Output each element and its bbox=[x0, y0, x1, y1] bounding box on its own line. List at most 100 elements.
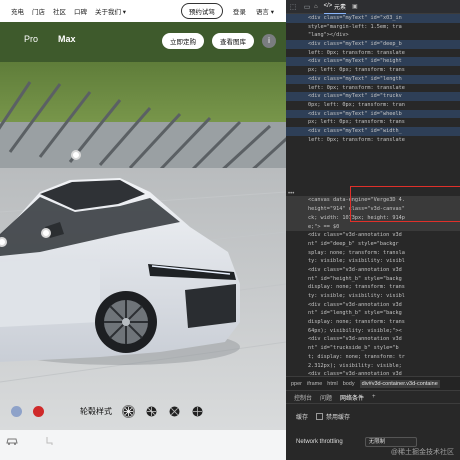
dom-node[interactable]: left: 0px; transform: translate bbox=[286, 84, 460, 93]
nav-item-stores[interactable]: 门店 bbox=[32, 6, 45, 16]
wheel-style-label: 轮毂样式 bbox=[80, 406, 112, 416]
dom-node[interactable]: ty: visible; visibility: visibl bbox=[286, 257, 460, 266]
view-gallery-button[interactable]: 查看图库 bbox=[212, 33, 254, 49]
hotspot-roof[interactable] bbox=[71, 150, 81, 160]
config-bar: 轮毂样式 bbox=[0, 398, 286, 424]
dom-node[interactable] bbox=[286, 144, 460, 153]
tab-welcome[interactable]: ⌂ bbox=[314, 4, 318, 10]
dom-node[interactable]: 0px; left: 0px; transform: tran bbox=[286, 101, 460, 110]
dom-node[interactable] bbox=[286, 170, 460, 179]
dom-node[interactable]: nt" id="truckside_b" style="b bbox=[286, 344, 460, 353]
dom-node[interactable]: <div class="myText" id="deep_b bbox=[286, 40, 460, 49]
dom-ellipsis[interactable]: ••• bbox=[288, 191, 294, 197]
dom-node[interactable] bbox=[286, 153, 460, 162]
breadcrumb-item[interactable]: pper bbox=[291, 381, 302, 387]
language-selector[interactable]: 语言 ▾ bbox=[256, 6, 274, 16]
dom-node[interactable]: <div class="v3d-annotation v3d bbox=[286, 335, 460, 344]
drawer-tabs: 控制台 问题 网络条件 + bbox=[286, 391, 460, 404]
dom-node[interactable]: display: none; transform: trans bbox=[286, 283, 460, 292]
dom-node-selected[interactable]: e;"> == $0 bbox=[286, 222, 460, 232]
dom-node[interactable]: <div class="myText" id="height bbox=[286, 57, 460, 67]
wheel-option-4[interactable] bbox=[191, 405, 204, 418]
nav-item-about[interactable]: 关于我们 ▾ bbox=[95, 6, 126, 16]
devtools-toolbar: ⬚ ▭ ⌂ </> 元素 ▣ bbox=[286, 0, 460, 14]
wheel-icon bbox=[192, 406, 203, 416]
tab-elements-label: 元素 bbox=[333, 4, 346, 11]
dom-node[interactable]: nt" id="deep_b" style="backgr bbox=[286, 240, 460, 249]
dom-node[interactable]: t; display: none; transform: tr bbox=[286, 353, 460, 362]
tab-pro[interactable]: Pro bbox=[24, 34, 38, 44]
breadcrumb-item[interactable]: body bbox=[343, 381, 355, 387]
color-swatch-red[interactable] bbox=[33, 405, 44, 417]
dom-node[interactable]: <div class="myText" id="x03_in bbox=[286, 14, 460, 23]
dom-node[interactable]: <div class="myText" id="wheelb bbox=[286, 109, 460, 119]
highlight-box bbox=[350, 186, 460, 222]
dom-node[interactable]: px; left: 0px; transform: trans bbox=[286, 66, 460, 75]
watermark: @稀土掘金技术社区 bbox=[390, 449, 454, 456]
dom-node[interactable]: ty: visible; visibility: visibl bbox=[286, 292, 460, 301]
screen: 充电 门店 社区 口碑 关于我们 ▾ 预约试驾 登录 语言 ▾ Pro Max … bbox=[0, 0, 460, 460]
disable-cache-checkbox[interactable] bbox=[316, 413, 324, 420]
login-link[interactable]: 登录 bbox=[233, 6, 246, 16]
dom-node[interactable]: nt" id="length_b" style="backg bbox=[286, 309, 460, 318]
cache-row: 缓存 禁用缓存 bbox=[296, 410, 460, 423]
drawer-tab-network-conditions[interactable]: 网络条件 bbox=[340, 393, 364, 402]
add-tab-icon[interactable]: + bbox=[372, 394, 376, 400]
device-toggle-icon[interactable]: ▭ bbox=[300, 3, 314, 11]
dom-node[interactable]: nt" id="height_b" style="backg bbox=[286, 275, 460, 284]
nav-item-community[interactable]: 社区 bbox=[53, 6, 66, 16]
nav-item-charging[interactable]: 充电 bbox=[11, 6, 24, 16]
hotspot-door[interactable] bbox=[41, 228, 51, 238]
inspect-icon[interactable]: ⬚ bbox=[286, 3, 300, 11]
nav-item-reviews[interactable]: 口碑 bbox=[74, 6, 87, 16]
dom-node[interactable]: <div class="v3d-annotation v3d bbox=[286, 266, 460, 275]
wheel-icon bbox=[146, 406, 157, 416]
breadcrumb-item[interactable]: iframe bbox=[307, 381, 322, 387]
model-tabs: Pro Max bbox=[24, 34, 96, 44]
webpage-viewport: 充电 门店 社区 口碑 关于我们 ▾ 预约试驾 登录 语言 ▾ Pro Max … bbox=[0, 0, 286, 460]
wheel-icon bbox=[169, 406, 180, 416]
dom-node[interactable]: left: 0px; transform: translate bbox=[286, 136, 460, 145]
throttling-row: Network throttling 无限制 bbox=[296, 437, 417, 447]
3d-car-viewer[interactable]: Pro Max 立即定购 查看图库 i bbox=[0, 22, 286, 430]
test-drive-button[interactable]: 预约试驾 bbox=[180, 3, 223, 19]
tab-elements[interactable]: </> 元素 bbox=[323, 0, 346, 14]
tab-max[interactable]: Max bbox=[58, 34, 76, 44]
tab-console[interactable]: ▣ bbox=[352, 3, 358, 10]
disable-cache-label: 禁用缓存 bbox=[326, 415, 351, 421]
breadcrumb-item[interactable]: html bbox=[327, 381, 337, 387]
dom-node[interactable] bbox=[286, 162, 460, 171]
breadcrumb-current[interactable]: div#v3d-container.v3d-containe bbox=[359, 379, 440, 388]
wheel-option-2[interactable] bbox=[145, 405, 158, 418]
site-navbar: 充电 门店 社区 口碑 关于我们 ▾ 预约试驾 登录 语言 ▾ bbox=[0, 0, 286, 22]
dom-node[interactable]: 2.312px); visibility: visible; bbox=[286, 362, 460, 371]
scene-render bbox=[0, 22, 286, 430]
dom-node[interactable]: <div class="v3d-annotation v3d bbox=[286, 231, 460, 240]
wheel-icon bbox=[123, 406, 134, 416]
dom-node[interactable]: 64px); visibility: visible;">< bbox=[286, 327, 460, 336]
throttling-select[interactable]: 无限制 bbox=[364, 437, 417, 447]
nav-right-group: 预约试驾 登录 语言 ▾ bbox=[180, 0, 286, 22]
dom-node[interactable]: style="margin-left: 1.5em; tra bbox=[286, 23, 460, 32]
wheel-option-3[interactable] bbox=[168, 405, 181, 418]
scene-actions: 立即定购 查看图库 i bbox=[154, 33, 276, 49]
dom-node[interactable]: <div class="v3d-annotation v3d bbox=[286, 301, 460, 310]
dom-node[interactable]: <div class="myText" id="truckv bbox=[286, 92, 460, 101]
dom-node[interactable]: px; left: 0px; transform: trans bbox=[286, 118, 460, 127]
drawer-tab-issues[interactable]: 问题 bbox=[320, 393, 332, 402]
devtools-drawer: 控制台 问题 网络条件 + 缓存 禁用缓存 Network throttling… bbox=[286, 390, 460, 460]
color-swatch-blue[interactable] bbox=[11, 405, 22, 417]
seat-icon[interactable] bbox=[44, 436, 54, 449]
dom-node[interactable]: left: 0px; transform: translate bbox=[286, 49, 460, 58]
dom-node[interactable]: <div class="myText" id="width_ bbox=[286, 126, 460, 136]
info-icon[interactable]: i bbox=[262, 34, 276, 48]
dom-node[interactable]: "lang"></div> bbox=[286, 31, 460, 40]
cache-label: 缓存 bbox=[296, 415, 309, 421]
order-now-button[interactable]: 立即定购 bbox=[162, 33, 204, 49]
dom-node[interactable]: <div class="myText" id="length bbox=[286, 74, 460, 84]
drawer-tab-console[interactable]: 控制台 bbox=[294, 393, 312, 402]
dom-node[interactable]: splay: none; transform: transla bbox=[286, 249, 460, 258]
dom-node[interactable]: display: none; transform: trans bbox=[286, 318, 460, 327]
wheel-option-1[interactable] bbox=[122, 404, 135, 418]
car-icon[interactable] bbox=[6, 436, 18, 449]
